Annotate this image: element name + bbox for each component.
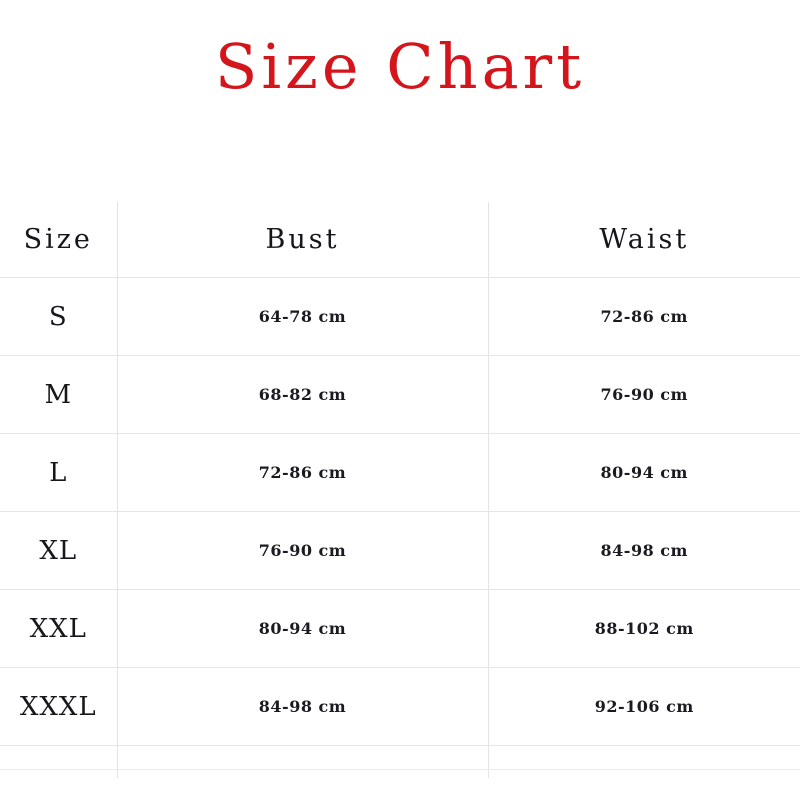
rule-stub-size (0, 769, 118, 778)
cell-bust: 84-98 cm (117, 667, 489, 746)
column-header-bust: Bust (117, 202, 489, 278)
table-rule-stub (0, 769, 800, 779)
table-header: Size Bust Waist (0, 202, 800, 278)
cell-bust: 80-94 cm (117, 589, 489, 668)
table-row: M 68-82 cm 76-90 cm (0, 355, 800, 434)
cell-bust: 64-78 cm (117, 277, 489, 356)
cell-size: L (0, 433, 118, 512)
rule-stub-waist (488, 770, 800, 779)
cell-waist: 84-98 cm (488, 511, 800, 590)
column-header-size: Size (0, 202, 118, 278)
cell-bust (117, 745, 489, 770)
rule-stub-bust (117, 769, 489, 778)
cell-size: XXXL (0, 667, 118, 746)
cell-size: S (0, 277, 118, 356)
table-row: XL 76-90 cm 84-98 cm (0, 511, 800, 590)
cell-bust: 76-90 cm (117, 511, 489, 590)
table-body: S 64-78 cm 72-86 cm M 68-82 cm 76-90 cm … (0, 277, 800, 779)
table-row-empty (0, 745, 800, 770)
column-header-waist: Waist (488, 202, 800, 278)
cell-size: M (0, 355, 118, 434)
cell-bust: 72-86 cm (117, 433, 489, 512)
table-row: S 64-78 cm 72-86 cm (0, 277, 800, 356)
cell-bust: 68-82 cm (117, 355, 489, 434)
cell-waist (488, 745, 800, 770)
cell-size: XL (0, 511, 118, 590)
cell-waist: 88-102 cm (488, 589, 800, 668)
size-chart-table: Size Bust Waist S 64-78 cm 72-86 cm M 68… (0, 202, 800, 778)
size-chart-page: Size Chart Size Bust Waist S 64-78 cm 72… (0, 0, 800, 800)
cell-waist: 80-94 cm (488, 433, 800, 512)
cell-size (0, 745, 118, 770)
header-row: Size Bust Waist (0, 202, 800, 278)
cell-waist: 76-90 cm (488, 355, 800, 434)
page-title: Size Chart (214, 30, 586, 103)
cell-size: XXL (0, 589, 118, 668)
table-row: XXXL 84-98 cm 92-106 cm (0, 667, 800, 746)
table-row: L 72-86 cm 80-94 cm (0, 433, 800, 512)
cell-waist: 92-106 cm (488, 667, 800, 746)
cell-waist: 72-86 cm (488, 277, 800, 356)
table-row: XXL 80-94 cm 88-102 cm (0, 589, 800, 668)
